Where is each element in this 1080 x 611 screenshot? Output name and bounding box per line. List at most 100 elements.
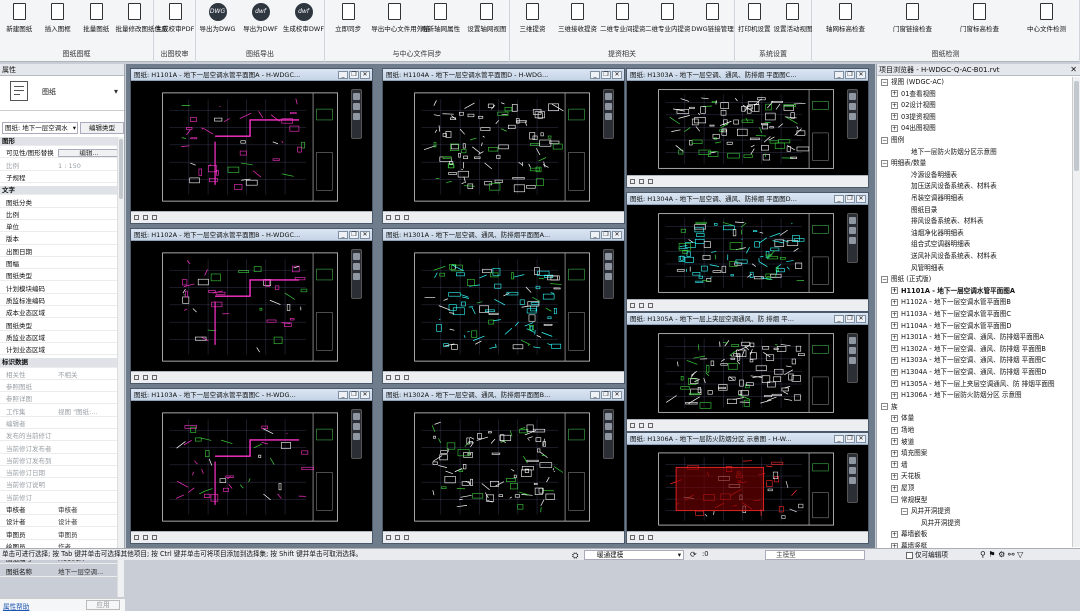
browser-tree-item[interactable]: +屋顶 bbox=[891, 483, 914, 494]
restore-icon[interactable]: ❐ bbox=[349, 71, 359, 79]
view-control-bar[interactable] bbox=[627, 419, 868, 431]
browser-tree-item[interactable]: +H1304A - 地下一层空调、通风、防排烟 平面图D bbox=[891, 367, 1047, 378]
browser-tree-item[interactable]: +01查看视图 bbox=[891, 89, 936, 100]
browser-tree-item[interactable]: +03提资视图 bbox=[891, 112, 936, 123]
restore-icon[interactable]: ❐ bbox=[349, 231, 359, 239]
view-control-bar[interactable] bbox=[627, 175, 868, 187]
selection-filter-icon[interactable]: ⚲ ⚑ ⚙ ⚯ ▽ bbox=[980, 549, 1023, 560]
restore-icon[interactable]: ❐ bbox=[601, 71, 611, 79]
browser-tree-item[interactable]: +坡道 bbox=[891, 437, 914, 448]
view-control-icon[interactable] bbox=[134, 215, 139, 220]
navigation-bar[interactable] bbox=[351, 89, 362, 139]
browser-tree-item[interactable]: 组合式空调器明细表 bbox=[901, 239, 970, 250]
view-control-icon[interactable] bbox=[152, 375, 157, 380]
minimize-icon[interactable]: _ bbox=[338, 391, 348, 399]
sheet-view-window[interactable]: 图纸: H1102A - 地下一层空调水管平面图B - H-WDGC..._❐✕ bbox=[130, 228, 373, 384]
ribbon-button[interactable]: 立即同步 bbox=[325, 3, 371, 33]
collapse-icon[interactable]: − bbox=[881, 403, 888, 410]
close-icon[interactable]: ✕ bbox=[856, 71, 866, 79]
browser-tree-item[interactable]: +H1305A - 地下一层上夹层空调通风、防 排烟平面图 bbox=[891, 379, 1055, 390]
browser-tree-item[interactable]: +H1303A - 地下一层空调、通风、防排烟 平面图C bbox=[891, 355, 1046, 366]
close-icon[interactable]: ✕ bbox=[856, 315, 866, 323]
ribbon-button[interactable]: 三维提资 bbox=[510, 3, 555, 33]
navigation-bar[interactable] bbox=[847, 333, 858, 383]
property-row[interactable]: 单位 bbox=[0, 223, 124, 232]
property-row[interactable]: 当前修订说明 bbox=[0, 481, 124, 490]
property-row[interactable]: 质监业态区域 bbox=[0, 334, 124, 343]
sheet-view-window[interactable]: 图纸: H1303A - 地下一层空调、通风、防排烟 平面图C..._❐✕ bbox=[626, 68, 869, 188]
collapse-icon[interactable]: − bbox=[881, 137, 888, 144]
navigation-bar[interactable] bbox=[351, 249, 362, 299]
view-control-icon[interactable] bbox=[639, 303, 644, 308]
ribbon-button[interactable]: 新建图纸 bbox=[0, 3, 39, 33]
expand-icon[interactable]: + bbox=[891, 357, 898, 364]
close-icon[interactable]: ✕ bbox=[856, 195, 866, 203]
properties-help-link[interactable]: 属性帮助 bbox=[3, 601, 29, 611]
view-control-icon[interactable] bbox=[404, 375, 409, 380]
drawing-canvas[interactable] bbox=[131, 401, 372, 531]
browser-tree-item[interactable]: −族 bbox=[881, 402, 898, 413]
property-row[interactable]: 工作集视图 "图纸:... bbox=[0, 408, 124, 417]
ribbon-button[interactable]: 中心文件检测 bbox=[1013, 3, 1080, 33]
browser-tree-item[interactable]: +幕墙嵌板 bbox=[891, 529, 927, 540]
view-control-icon[interactable] bbox=[648, 423, 653, 428]
sheet-view-window[interactable]: 图纸: H1304A - 地下一层空调、通风、防排烟 平面图D..._❐✕ bbox=[626, 192, 869, 312]
property-row[interactable]: 参照图纸 bbox=[0, 383, 124, 392]
property-row[interactable]: 图纸分类 bbox=[0, 199, 124, 208]
view-control-icon[interactable] bbox=[648, 303, 653, 308]
browser-tree-item[interactable]: +H1306A - 地下一层防火防烟分区 示意图 bbox=[891, 390, 1022, 401]
expand-icon[interactable]: + bbox=[891, 473, 898, 480]
close-icon[interactable]: ✕ bbox=[360, 231, 370, 239]
ribbon-button[interactable]: dwf导出为DWF bbox=[239, 3, 282, 33]
view-control-icon[interactable] bbox=[134, 375, 139, 380]
browser-tree-item[interactable]: +天花板 bbox=[891, 471, 921, 482]
sheet-view-window[interactable]: 图纸: H1101A - 地下一层空调水管平面图A - H-WDGC..._❐✕ bbox=[130, 68, 373, 224]
sheet-view-window[interactable]: 图纸: H1306A - 地下一层防火防烟分区 示意图 - H-W..._❐✕ bbox=[626, 432, 869, 544]
minimize-icon[interactable]: _ bbox=[590, 71, 600, 79]
window-title-bar[interactable]: 图纸: H1102A - 地下一层空调水管平面图B - H-WDGC..._❐✕ bbox=[131, 229, 372, 241]
view-control-bar[interactable] bbox=[627, 299, 868, 311]
browser-tree-item[interactable]: −常规模型 bbox=[891, 495, 927, 506]
ribbon-button[interactable]: DWG导出为DWG bbox=[196, 3, 239, 33]
restore-icon[interactable]: ❐ bbox=[349, 391, 359, 399]
browser-tree-item[interactable]: −图例 bbox=[881, 135, 904, 146]
restore-icon[interactable]: ❐ bbox=[601, 231, 611, 239]
ribbon-button[interactable]: 门窗标高检查 bbox=[946, 3, 1013, 33]
edit-type-button[interactable]: 编辑类型 bbox=[80, 122, 124, 134]
browser-tree-item[interactable]: 油烟净化器明细表 bbox=[901, 228, 964, 239]
properties-scrollbar[interactable] bbox=[117, 137, 124, 597]
property-row[interactable]: 可见性/图形替换编辑... bbox=[0, 149, 124, 158]
collapse-icon[interactable]: − bbox=[881, 79, 888, 86]
edit-button[interactable]: 编辑... bbox=[58, 149, 120, 157]
view-control-bar[interactable] bbox=[131, 531, 372, 543]
property-row[interactable]: 图幅 bbox=[0, 260, 124, 269]
expand-icon[interactable]: + bbox=[891, 485, 898, 492]
ribbon-button[interactable]: dwf生成校审DWF bbox=[282, 3, 325, 33]
ribbon-button[interactable]: DWG链接管理 bbox=[690, 3, 735, 33]
property-row[interactable]: 计划模块编码 bbox=[0, 285, 124, 294]
ribbon-button[interactable]: 二维专业间提资 bbox=[600, 3, 645, 33]
drawing-canvas[interactable] bbox=[383, 241, 624, 371]
collapse-icon[interactable]: − bbox=[891, 496, 898, 503]
view-control-icon[interactable] bbox=[386, 535, 391, 540]
restore-icon[interactable]: ❐ bbox=[601, 391, 611, 399]
browser-tree-item[interactable]: +体量 bbox=[891, 413, 914, 424]
minimize-icon[interactable]: _ bbox=[590, 391, 600, 399]
window-title-bar[interactable]: 图纸: H1303A - 地下一层空调、通风、防排烟 平面图C..._❐✕ bbox=[627, 69, 868, 81]
property-row[interactable]: 版本 bbox=[0, 235, 124, 244]
view-control-bar[interactable] bbox=[383, 211, 624, 223]
view-control-icon[interactable] bbox=[395, 535, 400, 540]
view-control-icon[interactable] bbox=[639, 179, 644, 184]
minimize-icon[interactable]: _ bbox=[338, 71, 348, 79]
ribbon-button[interactable]: 轴网标高检查 bbox=[812, 3, 879, 33]
design-option-selector[interactable]: 主模型 bbox=[765, 550, 865, 560]
view-control-icon[interactable] bbox=[630, 179, 635, 184]
close-icon[interactable]: ✕ bbox=[612, 391, 622, 399]
property-row[interactable]: 出图日期 bbox=[0, 248, 124, 257]
property-row[interactable]: 子规程 bbox=[0, 174, 124, 183]
ribbon-button[interactable]: 打印机设置 bbox=[735, 3, 774, 33]
browser-tree-item[interactable]: 风管明细表 bbox=[901, 263, 944, 274]
drawing-canvas[interactable] bbox=[627, 445, 868, 531]
property-row[interactable]: 审核者审核者 bbox=[0, 506, 124, 515]
expand-icon[interactable]: + bbox=[891, 415, 898, 422]
